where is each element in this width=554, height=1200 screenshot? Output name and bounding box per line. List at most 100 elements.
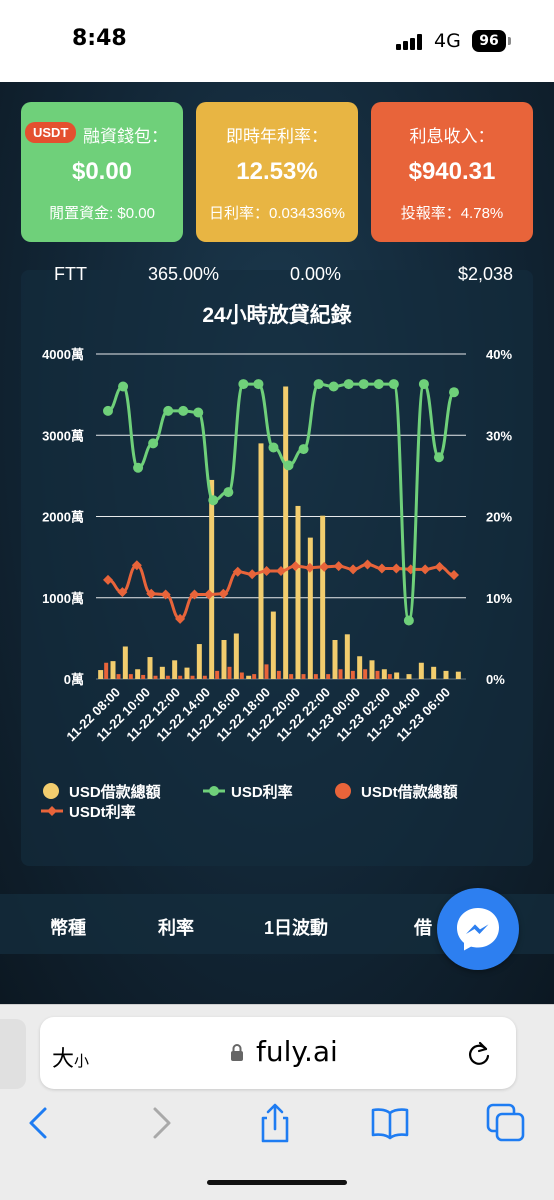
legend-label: USDt借款總額 <box>361 783 458 801</box>
usdt-loan-bar <box>252 674 257 679</box>
rate-title: 即時年利率： <box>226 127 328 146</box>
usd-rate-point <box>208 495 219 506</box>
usdt-rate-point <box>391 563 402 574</box>
tabs-icon[interactable] <box>484 1101 528 1145</box>
usd-loan-bar <box>344 634 350 679</box>
usd-loan-bar <box>394 672 400 679</box>
y-left-tick: 1000萬 <box>42 591 84 606</box>
usdt-rate-point <box>434 561 445 572</box>
usdt-loan-bar <box>313 674 318 679</box>
usd-rate-point <box>118 381 129 392</box>
status-bar: 8:48 4G 96 <box>0 0 554 82</box>
usdt-loan-bar <box>104 662 109 679</box>
usd-loan-bar <box>209 479 215 679</box>
usd-rate-point <box>358 379 369 390</box>
usd-rate-point <box>253 379 264 390</box>
usdt-rate-point <box>333 561 344 572</box>
usdt-loan-bar <box>239 672 244 679</box>
th-currency: 幣種 <box>50 918 86 938</box>
usd-rate-point <box>373 379 384 390</box>
cell-currency: FTT <box>54 264 87 284</box>
usd-loan-bar <box>455 671 461 679</box>
usd-rate-point <box>313 379 324 390</box>
usd-loan-bar <box>135 669 141 679</box>
battery-icon: 96 <box>472 30 506 52</box>
legend-label: USD借款總額 <box>69 783 161 801</box>
usdt-rate-point <box>103 574 113 585</box>
usdt-loan-bar <box>227 666 232 679</box>
usd-rate-point <box>388 379 399 390</box>
daily-rate: 日利率：0.034336% <box>209 205 345 222</box>
y-right-tick: 40% <box>486 347 512 362</box>
usd-rate-line <box>107 382 456 623</box>
usdt-rate-point <box>362 559 373 570</box>
usd-loan-bar <box>172 660 178 679</box>
legend-swatch <box>47 806 57 816</box>
text-size-button[interactable]: 大小 <box>52 1041 89 1073</box>
wallet-value: $0.00 <box>71 158 133 185</box>
usdt-rate-point <box>348 564 359 575</box>
messenger-icon <box>457 908 499 951</box>
forward-icon[interactable] <box>138 1101 182 1145</box>
usd-loan-bar <box>159 666 165 679</box>
usd-loan-bar <box>443 670 449 679</box>
income-card[interactable]: 利息收入： $940.31 投報率：4.78% <box>371 102 533 242</box>
share-icon[interactable] <box>253 1101 297 1145</box>
usd-loan-bar <box>418 662 424 679</box>
network-type: 4G <box>434 30 461 52</box>
y-left-tick: 0萬 <box>64 672 84 687</box>
usd-rate-point <box>163 405 174 416</box>
usdt-loan-bar <box>363 669 368 679</box>
legend-label: USDt利率 <box>69 803 136 821</box>
usd-loan-bar <box>110 661 116 679</box>
reload-icon[interactable] <box>464 1039 494 1069</box>
back-icon[interactable] <box>18 1101 62 1145</box>
wallet-card[interactable]: USDT 融資錢包： $0.00 閒置資金: $0.00 <box>21 102 183 242</box>
usd-rate-point <box>103 405 113 416</box>
usd-loan-bar <box>381 669 387 679</box>
th-borrowed: 借 <box>414 918 432 938</box>
usd-rate-point <box>328 381 339 392</box>
y-right-tick: 0% <box>486 672 505 687</box>
usd-loan-bar <box>406 674 412 679</box>
usdt-loan-bar <box>215 670 220 679</box>
lending-chart: 24小時放貸紀錄 0萬 1000萬 2000萬 3000萬 4000萬 0% 10% 20% 30… <box>41 303 512 821</box>
address-bar[interactable]: 大小 fuly.ai <box>40 1017 516 1089</box>
return-rate: 投報率：4.78% <box>400 205 504 222</box>
usdt-loan-bar <box>375 670 380 679</box>
bookmarks-icon[interactable] <box>368 1101 412 1145</box>
y-right-tick: 20% <box>486 510 512 525</box>
usdt-loan-bar <box>165 675 170 679</box>
usd-rate-point <box>343 379 354 390</box>
usdt-loan-bar <box>202 675 207 679</box>
previous-tab-peek[interactable] <box>0 1019 26 1089</box>
usd-loan-bar <box>332 640 338 679</box>
usd-rate-point <box>133 462 144 473</box>
usdt-loan-bar <box>153 675 158 679</box>
usd-loan-bar <box>98 670 104 679</box>
usd-rate-point <box>298 444 309 455</box>
usd-rate-point <box>433 452 444 463</box>
usdt-rate-point <box>376 563 387 574</box>
usdt-loan-bar <box>350 670 355 679</box>
messenger-button[interactable] <box>437 888 519 970</box>
usd-rate-point <box>178 405 189 416</box>
usd-loan-bar <box>431 666 437 679</box>
page-content: USDT 融資錢包： $0.00 閒置資金: $0.00 即時年利率： 12.5… <box>0 82 554 1004</box>
usd-loan-bar <box>258 443 264 679</box>
y-right-tick: 10% <box>486 591 512 606</box>
usdt-rate-point <box>449 570 459 580</box>
rate-card[interactable]: 即時年利率： 12.53% 日利率：0.034336% <box>196 102 358 242</box>
usd-rate-point <box>403 615 414 626</box>
usd-loan-bar <box>295 505 301 679</box>
usd-loan-bar <box>184 667 190 679</box>
text-size-large: 大 <box>52 1047 75 1072</box>
home-indicator <box>207 1180 347 1185</box>
lending-chart-panel: 24小時放貸紀錄 0萬 1000萬 2000萬 3000萬 4000萬 0% 10% 20% 30… <box>21 270 533 866</box>
usd-loan-bar <box>270 611 276 679</box>
y-right-tick: 30% <box>486 428 512 443</box>
usd-loan-bar <box>357 656 363 679</box>
url-text[interactable]: fuly.ai <box>256 1035 338 1068</box>
usdt-loan-bar <box>178 675 183 679</box>
text-size-small: 小 <box>74 1052 90 1070</box>
